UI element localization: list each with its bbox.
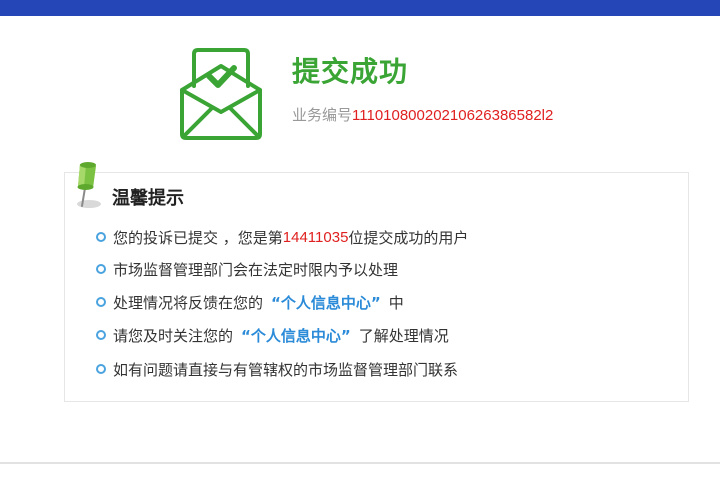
personal-center-link[interactable]: “个人信息中心”	[271, 292, 381, 313]
submission-rank: 14411035	[282, 228, 349, 246]
bullet-icon	[96, 264, 106, 274]
business-number-label: 业务编号	[292, 106, 353, 124]
success-title: 提交成功	[292, 55, 409, 88]
bullet-icon	[96, 364, 106, 374]
tips-title: 温馨提示	[112, 188, 184, 209]
tip-text: 您的投诉已提交 ，您是第	[113, 228, 283, 247]
envelope-check-icon	[180, 48, 262, 140]
tip-text: 市场监督管理部门会在法定时限内予以处理	[113, 260, 399, 279]
tip-item-contact-authority: 如有问题请直接与有管辖权的市场监督管理部门联系	[96, 358, 458, 380]
tip-item-follow-center: 请您及时关注您的 “个人信息中心” 了解处理情况	[96, 324, 449, 346]
tip-item-feedback-location: 处理情况将反馈在您的 “个人信息中心” 中	[96, 291, 404, 313]
top-header-bar	[0, 0, 720, 16]
personal-center-link[interactable]: “个人信息中心”	[241, 325, 351, 346]
tip-item-submitted: 您的投诉已提交 ，您是第 14411035 位提交成功的用户	[96, 226, 468, 248]
tip-text: 了解处理情况	[358, 326, 449, 345]
bullet-icon	[96, 330, 106, 340]
bullet-icon	[96, 297, 106, 307]
business-number-value: 11101080020210626386582l2	[352, 107, 554, 124]
tip-text: 中	[388, 293, 404, 312]
tip-text: 请您及时关注您的	[113, 326, 234, 345]
bottom-divider	[0, 462, 720, 464]
tip-text: 如有问题请直接与有管辖权的市场监督管理部门联系	[113, 360, 459, 379]
business-number-line: 业务编号11101080020210626386582l2	[292, 104, 553, 127]
bullet-icon	[96, 232, 106, 242]
pushpin-icon	[77, 162, 101, 208]
tip-text: 位提交成功的用户	[348, 228, 469, 247]
tip-item-processing-deadline: 市场监督管理部门会在法定时限内予以处理	[96, 258, 398, 280]
tip-text: 处理情况将反馈在您的	[113, 293, 264, 312]
